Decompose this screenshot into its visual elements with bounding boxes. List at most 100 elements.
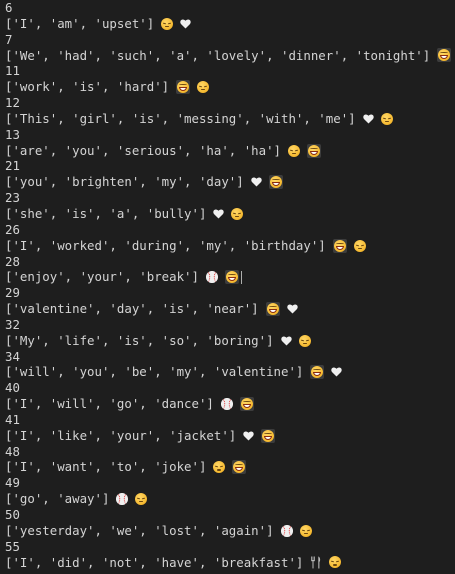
grinning-face-icon [261, 428, 276, 443]
token-list-text: ['you', 'brighten', 'my', 'day'] [5, 174, 244, 190]
index-number: 40 [5, 380, 20, 396]
index-number: 28 [5, 253, 20, 269]
white-heart-icon [180, 19, 191, 29]
pensive-face-icon [299, 524, 312, 537]
grinning-face-icon [232, 460, 247, 475]
grinning-face-icon [268, 175, 283, 190]
token-list-text: ['are', 'you', 'serious', 'ha', 'ha'] [5, 142, 282, 158]
index-number: 21 [5, 158, 20, 174]
token-list-text: ['work', 'is', 'hard'] [5, 79, 170, 95]
output-line-list: ['go', 'away'] [5, 491, 455, 507]
pensive-face-icon [380, 112, 393, 125]
pensive-face-icon [298, 334, 311, 347]
output-line-index: 48 [5, 444, 455, 460]
output-line-list: ['My', 'life', 'is', 'so', 'boring'] [5, 333, 455, 349]
output-line-index: 28 [5, 254, 455, 270]
grinning-face-icon [437, 48, 452, 63]
index-number: 49 [5, 475, 20, 491]
token-list-text: ['valentine', 'day', 'is', 'near'] [5, 301, 259, 317]
white-heart-icon [251, 177, 262, 187]
index-number: 7 [5, 31, 13, 47]
output-line-list: ['I', 'am', 'upset'] [5, 16, 455, 32]
fork-and-knife-icon [310, 556, 322, 569]
index-number: 41 [5, 411, 20, 427]
output-line-index: 7 [5, 32, 455, 48]
output-line-list: ['she', 'is', 'a', 'bully'] [5, 206, 455, 222]
index-number: 29 [5, 285, 20, 301]
output-line-list: ['We', 'had', 'such', 'a', 'lovely', 'di… [5, 48, 455, 64]
output-line-list: ['I', 'want', 'to', 'joke'] [5, 459, 455, 475]
grinning-face-icon [332, 238, 347, 253]
index-number: 48 [5, 443, 20, 459]
token-list-text: ['My', 'life', 'is', 'so', 'boring'] [5, 332, 274, 348]
output-line-index: 21 [5, 158, 455, 174]
output-line-index: 26 [5, 222, 455, 238]
pensive-face-icon [135, 493, 148, 506]
token-list-text: ['I', 'worked', 'during', 'my', 'birthda… [5, 237, 326, 253]
pensive-face-icon [213, 461, 226, 474]
output-line-index: 50 [5, 507, 455, 523]
index-number: 50 [5, 507, 20, 522]
pensive-face-icon [197, 81, 210, 94]
output-line-index: 11 [5, 63, 455, 79]
output-line-list: ['work', 'is', 'hard'] [5, 79, 455, 95]
grinning-face-icon [176, 80, 191, 95]
terminal-output[interactable]: 6 ['I', 'am', 'upset'] 7 ['We', 'had', 'suc… [0, 0, 455, 574]
token-list-text: ['I', 'like', 'your', 'jacket'] [5, 427, 237, 443]
output-line-list: ['you', 'brighten', 'my', 'day'] [5, 174, 455, 190]
output-line-list: ['will', 'you', 'be', 'my', 'valentine'] [5, 364, 455, 380]
white-heart-icon [362, 114, 374, 124]
index-number: 6 [5, 0, 13, 15]
token-list-text: ['yesterday', 'we', 'lost', 'again'] [5, 522, 274, 538]
output-line-index: 40 [5, 380, 455, 396]
grinning-face-icon [310, 365, 325, 380]
token-list-text: ['I', 'will', 'go', 'dance'] [5, 396, 214, 412]
grinning-face-icon [224, 270, 239, 285]
pensive-face-icon [353, 239, 366, 252]
grinning-face-icon [239, 397, 254, 412]
output-line-list: ['This', 'girl', 'is', 'messing', 'with'… [5, 111, 455, 127]
index-number: 26 [5, 221, 20, 237]
output-line-index: 6 [5, 0, 455, 16]
output-line-list: ['enjoy', 'your', 'break'] [5, 269, 455, 285]
white-heart-icon [213, 209, 225, 219]
output-line-index: 41 [5, 412, 455, 428]
white-heart-icon [243, 431, 254, 441]
output-line-index: 49 [5, 475, 455, 491]
white-heart-icon [286, 304, 298, 314]
pensive-face-icon [288, 144, 301, 157]
output-line-list: ['I', 'did', 'not', 'have', 'breakfast'] [5, 555, 455, 571]
token-list-text: ['go', 'away'] [5, 491, 110, 507]
token-list-text: ['I', 'want', 'to', 'joke'] [5, 459, 207, 475]
output-line-list: ['I', 'worked', 'during', 'my', 'birthda… [5, 238, 455, 254]
baseball-icon [220, 398, 233, 411]
output-line-index: 13 [5, 127, 455, 143]
grinning-face-icon [265, 301, 280, 316]
token-list-text: ['I', 'am', 'upset'] [5, 15, 155, 31]
text-cursor [240, 270, 242, 284]
pensive-face-icon [329, 556, 342, 569]
token-list-text: ['I', 'did', 'not', 'have', 'breakfast'] [5, 554, 304, 570]
index-number: 55 [5, 538, 20, 554]
pensive-face-icon [161, 17, 174, 30]
baseball-icon [280, 524, 293, 537]
output-line-index: 55 [5, 539, 455, 555]
index-number: 13 [5, 126, 20, 142]
output-line-index: 34 [5, 349, 455, 365]
index-number: 34 [5, 348, 20, 364]
output-line-index: 29 [5, 285, 455, 301]
output-line-index: 32 [5, 317, 455, 333]
output-line-list: ['yesterday', 'we', 'lost', 'again'] [5, 523, 455, 539]
token-list-text: ['enjoy', 'your', 'break'] [5, 269, 199, 285]
token-list-text: ['We', 'had', 'such', 'a', 'lovely', 'di… [5, 47, 431, 63]
index-number: 11 [5, 63, 20, 79]
white-heart-icon [280, 336, 292, 346]
token-list-text: ['she', 'is', 'a', 'bully'] [5, 205, 207, 221]
token-list-text: ['This', 'girl', 'is', 'messing', 'with'… [5, 110, 356, 126]
output-line-list: ['are', 'you', 'serious', 'ha', 'ha'] [5, 143, 455, 159]
white-heart-icon [331, 367, 343, 377]
output-line-list: ['valentine', 'day', 'is', 'near'] [5, 301, 455, 317]
index-number: 23 [5, 190, 20, 206]
output-line-list: ['I', 'will', 'go', 'dance'] [5, 396, 455, 412]
pensive-face-icon [231, 207, 244, 220]
